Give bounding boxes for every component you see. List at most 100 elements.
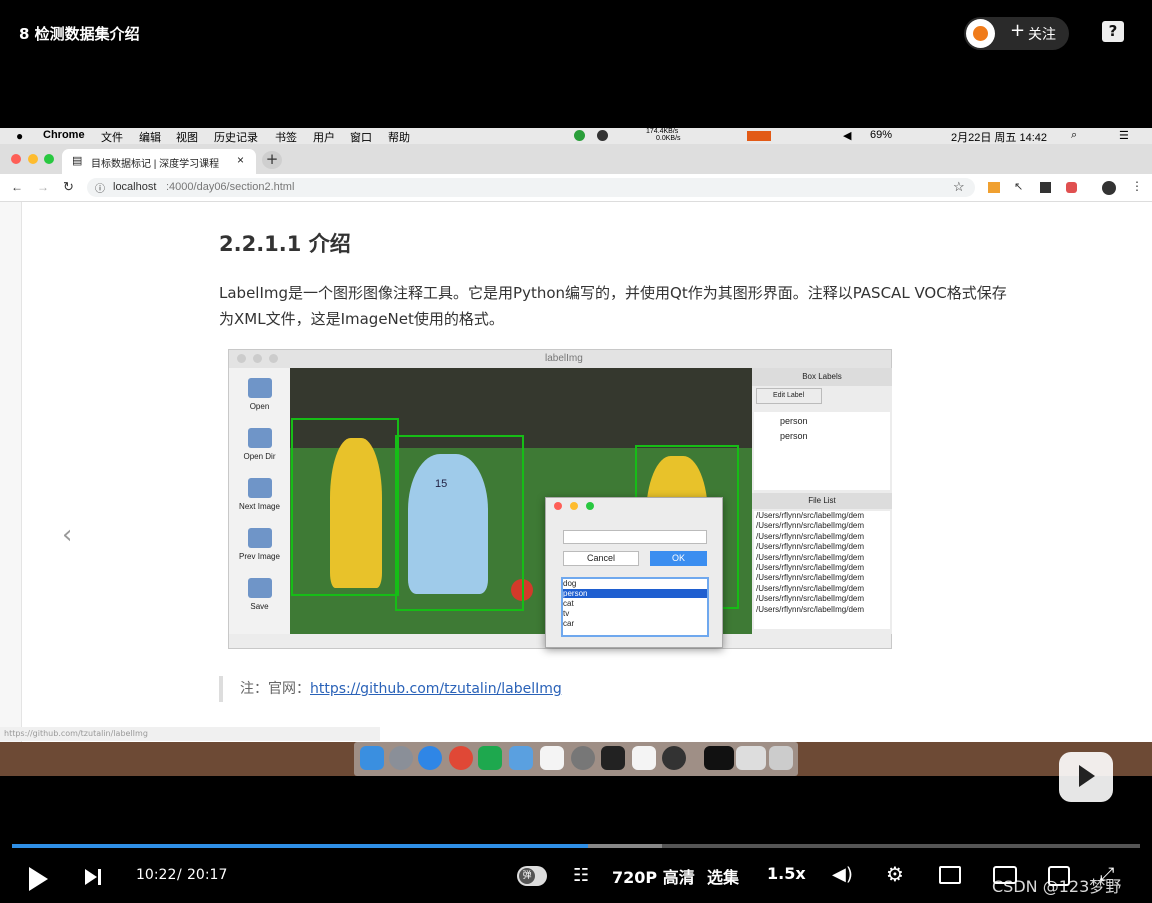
finder-icon [360, 746, 384, 770]
time-total: 20:17 [187, 867, 228, 883]
settings-icon [571, 746, 595, 770]
file-item: /Users/rflynn/src/labelImg/dem [756, 542, 865, 552]
box-labels-title: Box Labels [752, 368, 892, 386]
follow-button[interactable]: + 关注 [964, 17, 1069, 50]
file-item: /Users/rflynn/src/labelImg/dem [756, 531, 865, 541]
progress-played [12, 844, 588, 848]
window-dot-icon [237, 354, 246, 363]
settings-gear-icon[interactable]: ⚙ [886, 862, 904, 886]
play-triangle-icon [1079, 765, 1095, 787]
mac-dock [354, 742, 798, 776]
url-field[interactable]: ⓘ localhost :4000/day06/section2.html ☆ [87, 178, 975, 197]
danmaku-label: 弹 [519, 868, 535, 884]
labelimg-title: labelImg [545, 353, 583, 364]
episodes-button[interactable]: 选集 [707, 864, 739, 888]
open-tool: Open [229, 378, 290, 411]
video-title: 8 检测数据集介绍 [19, 25, 140, 43]
reload-icon[interactable]: ↻ [63, 179, 74, 195]
video-frame: ● Chrome 文件 编辑 视图 历史记录 书签 用户 窗口 帮助 174.4… [0, 128, 1152, 776]
trash-icon [769, 746, 793, 770]
window-dot-icon [253, 354, 262, 363]
box-label-item: person [780, 431, 808, 441]
volume-icon[interactable]: ◀) [832, 864, 853, 885]
danmaku-settings-icon[interactable]: ☷ [573, 865, 589, 886]
zoom-window-icon[interactable] [44, 154, 54, 164]
web-page: ‹ 2.2.1.1 介绍 LabelImg是一个图形图像注释工具。它是用Pyth… [0, 202, 1152, 742]
plus-icon: + [1010, 20, 1026, 41]
browser-address-bar: ← → ↻ ⓘ localhost :4000/day06/section2.h… [0, 174, 1152, 202]
window-thumbnail-icon [736, 746, 766, 770]
obs-icon [662, 746, 686, 770]
forward-icon[interactable]: → [37, 180, 49, 194]
save-icon [247, 578, 272, 598]
pycharm-icon [478, 746, 502, 770]
mini-player-icon[interactable] [1059, 752, 1113, 802]
help-icon[interactable]: ? [1102, 21, 1124, 42]
github-link[interactable]: https://github.com/tzutalin/labelImg [310, 681, 562, 697]
quality-selector[interactable]: 720P 高清 [612, 864, 695, 888]
window-dot-icon [269, 354, 278, 363]
keynote-icon [509, 746, 533, 770]
safari-icon [418, 746, 442, 770]
intro-paragraph: LabelImg是一个图形图像注释工具。它是用Python编写的，并使用Qt作为… [219, 284, 1007, 328]
next-episode-icon[interactable] [85, 869, 97, 885]
cursor-extension-icon[interactable]: ↖ [1014, 180, 1023, 193]
tab-title: 目标数据标记 | 深度学习课程 [91, 159, 220, 170]
menu-item: 文件 [101, 132, 123, 144]
more-menu-icon[interactable]: ⋮ [1131, 179, 1143, 193]
status-icon [597, 130, 608, 141]
extension-icon[interactable] [1066, 182, 1077, 193]
play-button[interactable] [29, 867, 48, 891]
new-tab-button[interactable]: + [262, 151, 282, 169]
file-item: /Users/rflynn/src/labelImg/dem [756, 563, 865, 573]
file-item: /Users/rflynn/src/labelImg/dem [756, 573, 865, 583]
net-down: 0.0KB/s [656, 135, 681, 142]
extension-icon[interactable] [988, 182, 1000, 193]
labelimg-screenshot: labelImg Open Open Dir Next Image Prev I… [228, 349, 892, 649]
time-current: 10:22 [136, 867, 177, 883]
profile-avatar[interactable] [1102, 181, 1116, 195]
bounding-box [395, 435, 524, 611]
box-labels-list: person person [754, 412, 890, 490]
browser-tab[interactable]: ▤ 目标数据标记 | 深度学习课程 × [62, 149, 256, 174]
launchpad-icon [389, 746, 413, 770]
back-icon[interactable]: ← [11, 180, 23, 194]
cpu-graph-icon [747, 131, 771, 141]
close-window-icon[interactable] [11, 154, 21, 164]
info-icon: ⓘ [95, 184, 105, 195]
prev-image-tool: Prev Image [229, 528, 290, 561]
terminal-icon [601, 746, 625, 770]
tab-close-icon[interactable]: × [237, 153, 244, 167]
folder-icon [247, 378, 272, 398]
bookmark-star-icon[interactable]: ☆ [953, 179, 965, 195]
menu-item: 书签 [275, 132, 297, 144]
window-thumbnail-icon [704, 746, 734, 770]
open-dir-tool: Open Dir [229, 428, 290, 461]
battery-percent: 69% [870, 129, 893, 141]
arrow-right-icon [247, 478, 272, 498]
extension-icon[interactable] [1040, 182, 1051, 193]
uploader-avatar[interactable] [966, 19, 995, 48]
menu-item: 视图 [176, 132, 198, 144]
file-item: /Users/rflynn/src/labelImg/dem [756, 521, 865, 531]
menu-item: 窗口 [350, 132, 372, 144]
follow-label: 关注 [1028, 27, 1056, 43]
label-dialog: Cancel OK dog person cat tv car [545, 497, 723, 648]
window-dot-icon [570, 502, 578, 510]
speed-selector[interactable]: 1.5x [767, 864, 806, 883]
time-separator: / [177, 867, 182, 883]
chrome-icon [449, 746, 473, 770]
url-host: localhost [113, 181, 157, 193]
cancel-button: Cancel [563, 551, 639, 566]
picture-in-picture-icon[interactable] [939, 866, 961, 884]
minimize-window-icon[interactable] [28, 154, 38, 164]
menu-item: 历史记录 [214, 132, 258, 144]
csdn-watermark: CSDN @123梦野 [992, 877, 1122, 896]
prev-page-icon[interactable]: ‹ [62, 520, 72, 550]
danmaku-toggle[interactable]: 弹 [517, 866, 547, 886]
player-top-bar: 8 检测数据集介绍 + 关注 ? [0, 0, 1152, 128]
file-item: /Users/rflynn/src/labelImg/dem [756, 552, 865, 562]
apple-icon: ● [16, 129, 24, 143]
box-label-item: person [780, 416, 808, 426]
net-up: 174.4KB/s [646, 128, 679, 135]
